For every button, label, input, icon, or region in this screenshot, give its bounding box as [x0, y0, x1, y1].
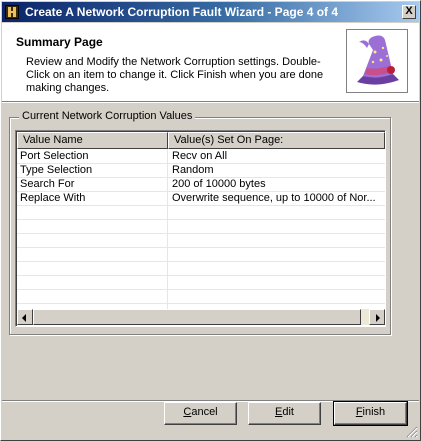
row-name: Replace With [20, 192, 86, 204]
row-name: Port Selection [20, 150, 89, 162]
wizard-hat-icon [346, 29, 408, 93]
list-body: Port Selection Recv on All Type Selectio… [17, 149, 385, 309]
empty-row [17, 247, 385, 262]
arrow-left-icon [22, 314, 26, 322]
finish-button[interactable]: Finish [333, 401, 408, 426]
finish-label-rest: inish [362, 406, 386, 418]
values-list[interactable]: Value Name Value(s) Set On Page: Port Se… [15, 130, 386, 327]
finish-accel: F [355, 406, 363, 418]
wizard-header: Summary Page Review and Modify the Netwo… [2, 23, 419, 103]
list-row[interactable]: Replace With Overwrite sequence, up to 1… [17, 191, 385, 206]
scrollbar-thumb[interactable] [33, 309, 361, 325]
empty-row [17, 233, 385, 248]
row-value: Recv on All [172, 150, 228, 162]
window-title: Create A Network Corruption Fault Wizard… [25, 5, 339, 19]
scroll-right-button[interactable] [369, 309, 385, 325]
scroll-left-button[interactable] [17, 309, 33, 325]
page-title: Summary Page [16, 35, 103, 49]
column-header-values-set[interactable]: Value(s) Set On Page: [168, 132, 385, 149]
wizard-window: Create A Network Corruption Fault Wizard… [0, 0, 421, 441]
list-header: Value Name Value(s) Set On Page: [17, 132, 385, 149]
title-bar[interactable]: Create A Network Corruption Fault Wizard… [2, 2, 419, 22]
empty-row [17, 289, 385, 304]
cancel-label-rest: ancel [191, 406, 218, 418]
app-icon [5, 5, 19, 19]
empty-row [17, 205, 385, 220]
row-value: Overwrite sequence, up to 10000 of Nor..… [172, 192, 376, 204]
row-name: Search For [20, 178, 75, 190]
row-value: Random [172, 164, 214, 176]
cancel-button[interactable]: Cancel [164, 402, 237, 425]
row-name: Type Selection [20, 164, 93, 176]
list-row[interactable]: Port Selection Recv on All [17, 149, 385, 164]
row-value: 200 of 10000 bytes [172, 178, 266, 190]
empty-row [17, 261, 385, 276]
list-row[interactable]: Search For 200 of 10000 bytes [17, 177, 385, 192]
empty-row [17, 219, 385, 234]
edit-button[interactable]: Edit [248, 402, 321, 425]
list-row[interactable]: Type Selection Random [17, 163, 385, 178]
close-button[interactable]: X [402, 5, 416, 19]
edit-label-rest: dit [282, 406, 294, 418]
groupbox-legend: Current Network Corruption Values [19, 110, 196, 122]
empty-row [17, 275, 385, 290]
resize-grip-icon[interactable] [406, 426, 418, 438]
page-description: Review and Modify the Network Corruption… [26, 56, 324, 94]
column-header-value-name[interactable]: Value Name [17, 132, 168, 149]
horizontal-scrollbar[interactable] [17, 309, 385, 325]
arrow-right-icon [376, 314, 380, 322]
